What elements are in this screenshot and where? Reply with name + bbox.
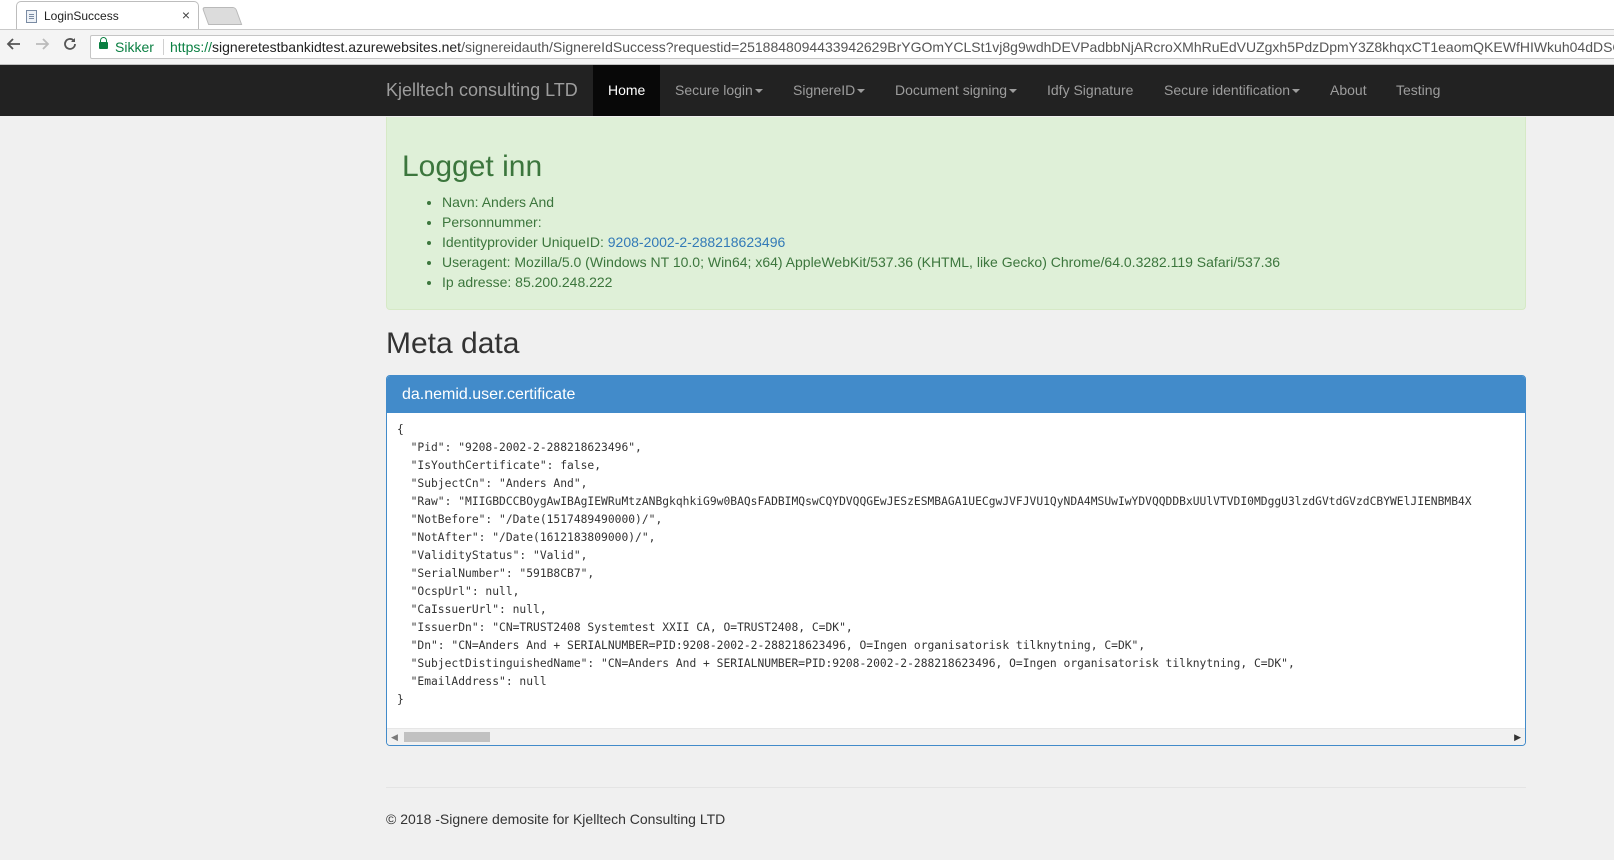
nav-secure-login-label: Secure login [675, 82, 753, 98]
url-host: signeretestbankidtest.azurewebsites.net [212, 39, 462, 55]
horizontal-scrollbar[interactable]: ◀ ▶ [387, 728, 1525, 745]
chevron-down-icon [857, 89, 866, 94]
reload-icon[interactable] [60, 36, 80, 57]
panel-title: da.nemid.user.certificate [387, 376, 1525, 413]
nav-signereid[interactable]: SignereID [778, 65, 880, 116]
login-details-list: Navn: Anders And Personnummer: Identityp… [414, 192, 1280, 292]
nav-idfy-signature-label: Idfy Signature [1047, 82, 1134, 98]
nav-signereid-label: SignereID [793, 82, 856, 98]
url-scheme: https:// [170, 39, 213, 55]
url-path: /signereidauth/SignereIdSuccess?requesti… [461, 39, 1614, 55]
certificate-json-scroll[interactable]: { "Pid": "9208-2002-2-288218623496", "Is… [387, 413, 1525, 707]
list-item: Personnummer: [442, 212, 1280, 232]
name-value: Anders And [481, 194, 555, 210]
footer-divider [386, 787, 1526, 788]
site-navbar: Kjelltech consulting LTD Home Secure log… [0, 65, 1614, 116]
chevron-down-icon [754, 89, 763, 94]
secure-label: Sikker [115, 39, 154, 55]
nav-idfy-signature[interactable]: Idfy Signature [1032, 65, 1148, 116]
login-heading: Logget inn [402, 150, 543, 183]
uid-label: Identityprovider UniqueID: [442, 234, 604, 250]
nav-home[interactable]: Home [593, 65, 661, 116]
nav-secure-identification-label: Secure identification [1164, 82, 1291, 98]
browser-tab[interactable]: LoginSuccess × [16, 1, 199, 29]
useragent-label: Useragent: [442, 254, 511, 270]
name-label: Navn: [442, 194, 479, 210]
nav-document-signing-label: Document signing [895, 82, 1008, 98]
certificate-json: { "Pid": "9208-2002-2-288218623496", "Is… [397, 423, 1472, 706]
site-brand[interactable]: Kjelltech consulting LTD [386, 80, 578, 101]
certificate-panel: da.nemid.user.certificate { "Pid": "9208… [386, 375, 1526, 746]
list-item: Identityprovider UniqueID: 9208-2002-2-2… [442, 232, 1280, 252]
scroll-left-icon[interactable]: ◀ [391, 732, 398, 743]
chevron-down-icon [1009, 89, 1018, 94]
login-success-alert: Logget inn Navn: Anders And Personnummer… [386, 117, 1526, 310]
nav-about[interactable]: About [1315, 65, 1382, 116]
new-tab-button[interactable] [201, 7, 243, 25]
ip-value: 85.200.248.222 [515, 274, 613, 290]
address-bar[interactable]: Sikker https://signeretestbankidtest.azu… [90, 35, 1614, 59]
forward-arrow-icon[interactable] [32, 36, 52, 57]
browser-tab-bar: LoginSuccess × [0, 0, 1614, 30]
tab-title: LoginSuccess [44, 9, 119, 23]
scroll-right-icon[interactable]: ▶ [1514, 732, 1521, 743]
uid-link[interactable]: 9208-2002-2-288218623496 [608, 234, 786, 250]
personnummer-label: Personnummer: [442, 214, 542, 230]
footer-text: © 2018 -Signere demosite for Kjelltech C… [386, 811, 726, 827]
ip-label: Ip adresse: [442, 274, 512, 290]
omnibox-divider [163, 39, 164, 55]
list-item: Navn: Anders And [442, 192, 1280, 212]
list-item: Useragent: Mozilla/5.0 (Windows NT 10.0;… [442, 252, 1280, 272]
scrollbar-thumb[interactable] [404, 732, 490, 742]
browser-toolbar: Sikker https://signeretestbankidtest.azu… [0, 30, 1614, 65]
chevron-down-icon [1292, 89, 1301, 94]
nav-testing[interactable]: Testing [1381, 65, 1455, 116]
tab-close-icon[interactable]: × [182, 7, 190, 23]
url-text[interactable]: https://signeretestbankidtest.azurewebsi… [170, 39, 1614, 55]
nav-home-label: Home [608, 82, 646, 98]
list-item: Ip adresse: 85.200.248.222 [442, 272, 1280, 292]
meta-data-heading: Meta data [386, 327, 520, 360]
back-arrow-icon[interactable] [4, 36, 24, 57]
nav-secure-login[interactable]: Secure login [660, 65, 778, 116]
lock-icon [99, 37, 108, 49]
page-favicon-icon [26, 10, 37, 23]
nav-testing-label: Testing [1396, 82, 1441, 98]
nav-document-signing[interactable]: Document signing [880, 65, 1032, 116]
useragent-value: Mozilla/5.0 (Windows NT 10.0; Win64; x64… [514, 254, 1281, 270]
nav-about-label: About [1330, 82, 1367, 98]
nav-secure-identification[interactable]: Secure identification [1149, 65, 1315, 116]
